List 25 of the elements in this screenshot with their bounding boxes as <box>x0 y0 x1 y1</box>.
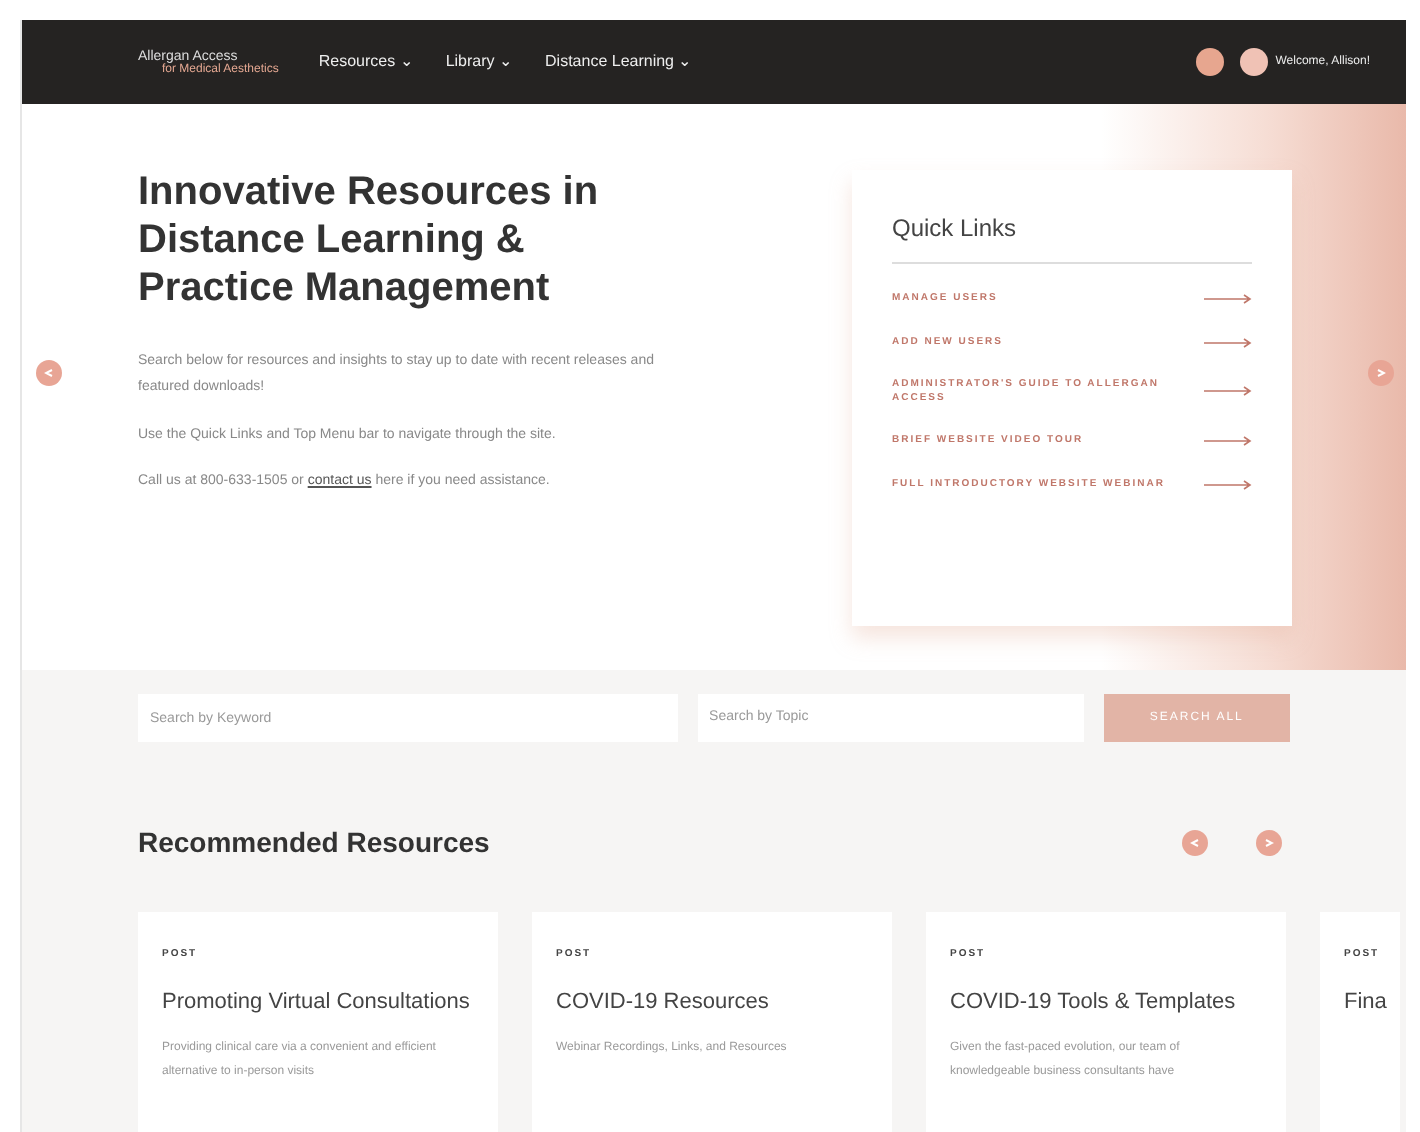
arrow-icon <box>1204 294 1252 305</box>
nav-menu-link[interactable]: Resources ⌄ <box>318 50 414 74</box>
previous-button[interactable] <box>36 360 62 386</box>
card-title: Fina <box>1344 988 1389 1019</box>
next-button[interactable] <box>1368 360 1394 386</box>
arrow-icon <box>1204 386 1252 397</box>
chevron-right-icon <box>1376 368 1386 378</box>
avatar-icon <box>1239 48 1268 76</box>
arrow-icon <box>1204 436 1252 447</box>
chevron-left-icon <box>44 368 54 378</box>
card-title: COVID-19 Resources <box>556 988 771 1019</box>
card-title: COVID-19 Tools & Templates <box>950 988 1238 1019</box>
section-heading: Recommended Resources <box>138 826 492 860</box>
next-button[interactable] <box>1256 829 1282 856</box>
hero-heading: Innovative Resources in Distance Learning & Practice Management <box>138 168 601 312</box>
arrow-icon <box>1204 337 1252 348</box>
chevron-right-icon <box>1264 837 1274 848</box>
nav-menu-link[interactable]: Library ⌄ <box>445 50 514 74</box>
previous-button[interactable] <box>1182 829 1208 856</box>
arrow-icon <box>1204 479 1252 490</box>
chevron-left-icon <box>1190 837 1200 848</box>
card-title: Promoting Virtual Consultations <box>162 988 472 1019</box>
quick-links-title: Quick Links <box>892 214 1252 265</box>
nav-menu-link[interactable]: Distance Learning ⌄ <box>545 50 693 74</box>
notification-button[interactable] <box>1195 48 1224 76</box>
